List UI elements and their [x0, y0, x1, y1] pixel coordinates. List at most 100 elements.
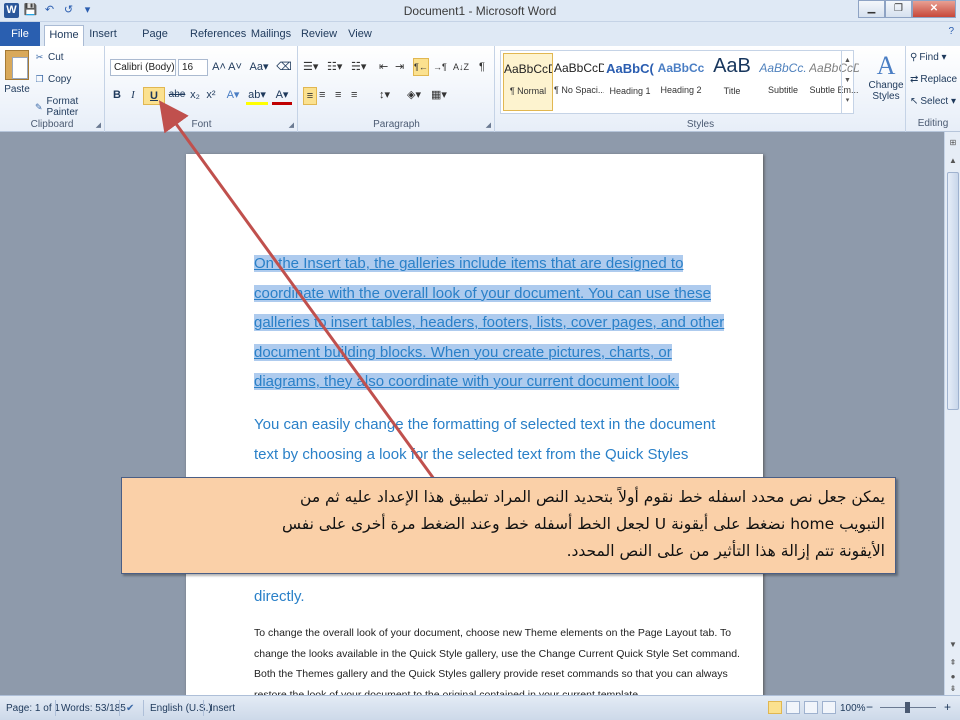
web-layout-icon[interactable]	[804, 701, 818, 714]
paragraph-2[interactable]: You can easily change the formatting of …	[254, 410, 715, 469]
align-center-icon[interactable]: ≡	[319, 87, 325, 103]
tab-page-layout[interactable]: Page Layout	[126, 25, 184, 59]
scroll-up-icon[interactable]: ▲	[946, 154, 960, 168]
paste-button[interactable]: Paste	[4, 50, 30, 95]
sort-icon[interactable]: A↓Z	[453, 59, 469, 75]
font-name-box[interactable]: Calibri (Body)	[110, 59, 176, 76]
vertical-scrollbar[interactable]: ⊞ ▲ ▼ ⇞ ● ⇟	[944, 132, 960, 695]
scroll-thumb[interactable]	[947, 172, 959, 410]
previous-page-icon[interactable]: ⇞	[946, 656, 960, 670]
proofing-icon[interactable]: ✔	[126, 703, 134, 714]
copy-button[interactable]: ❐ Copy	[34, 74, 71, 85]
help-icon[interactable]: ?	[948, 26, 954, 37]
document-area: On the Insert tab, the galleries include…	[0, 132, 944, 695]
cut-button[interactable]: ✂ Cut	[34, 52, 64, 63]
replace-label: Replace	[920, 74, 958, 85]
multilevel-list-icon[interactable]: ☵▾	[351, 59, 366, 75]
callout-line: يمكن جعل نص محدد اسفله خط نقوم أولاً بتح…	[300, 488, 885, 506]
tab-mailings[interactable]: Mailings	[248, 25, 294, 46]
style-sample: AaBbCcDc	[504, 62, 552, 76]
scroll-down-icon[interactable]: ▼	[946, 638, 960, 652]
style-no-spacing[interactable]: AaBbCcDc ¶ No Spaci...	[554, 53, 604, 111]
instruction-callout: يمكن جعل نص محدد اسفله خط نقوم أولاً بتح…	[121, 477, 896, 574]
copy-label: Copy	[48, 74, 72, 85]
dialog-launcher-icon[interactable]: ◢	[96, 121, 101, 129]
page-count[interactable]: Page: 1 of 1	[6, 703, 60, 714]
gallery-scroll[interactable]: ▲ ▼ ▾	[841, 51, 853, 113]
highlight-color-icon[interactable]: ab▾	[246, 87, 268, 105]
underline-button[interactable]: U	[143, 87, 165, 105]
zoom-slider-thumb[interactable]	[905, 702, 910, 713]
restore-button[interactable]: ❐	[885, 0, 912, 18]
strikethrough-button[interactable]: abe	[168, 87, 186, 105]
change-case-icon[interactable]: Aa▾	[248, 59, 270, 77]
subscript-button[interactable]: x₂	[188, 87, 202, 105]
tab-insert[interactable]: Insert	[86, 25, 120, 46]
line-spacing-icon[interactable]: ↕▾	[379, 87, 390, 103]
print-layout-icon[interactable]	[768, 701, 782, 714]
document-page[interactable]: On the Insert tab, the galleries include…	[186, 154, 763, 695]
font-color-icon[interactable]: A▾	[272, 87, 292, 105]
find-button[interactable]: ⚲ Find ▾	[910, 52, 947, 63]
font-size-box[interactable]: 16	[178, 59, 208, 76]
zoom-out-icon[interactable]: −	[866, 700, 873, 714]
format-painter-button[interactable]: ✎ Format Painter	[34, 96, 104, 118]
italic-button[interactable]: I	[126, 87, 140, 105]
tab-references[interactable]: References	[190, 25, 246, 46]
ribbon: Paste ✂ Cut ❐ Copy ✎ Format Painter Clipboa…	[0, 46, 960, 132]
callout-line: التبويب home نضغط على أيقونة U لجعل الخط…	[281, 515, 885, 533]
numbering-icon[interactable]: ☷▾	[327, 59, 342, 75]
shading-icon[interactable]: ◈▾	[407, 87, 421, 103]
paragraph-3[interactable]: To change the overall look of your docum…	[254, 623, 740, 695]
next-page-icon[interactable]: ⇟	[946, 682, 960, 696]
zoom-level[interactable]: 100%	[840, 703, 866, 714]
font-group: Calibri (Body) 16 A˄ A˅ Aa▾ ⌫ B I U abe …	[106, 46, 298, 132]
format-painter-label: Format Painter	[46, 96, 79, 118]
minimize-button[interactable]: ▁	[858, 0, 885, 18]
align-left-icon[interactable]: ≡	[303, 87, 317, 105]
grow-font-icon[interactable]: A˄	[212, 59, 226, 77]
superscript-button[interactable]: x²	[204, 87, 218, 105]
ruler-toggle-icon[interactable]: ⊞	[946, 136, 960, 150]
font-group-label: Font	[191, 119, 212, 130]
style-title[interactable]: AaB Title	[707, 53, 757, 111]
bold-button[interactable]: B	[110, 87, 124, 105]
tab-home[interactable]: Home	[44, 25, 84, 46]
paragraph-1[interactable]: On the Insert tab, the galleries include…	[254, 249, 725, 397]
increase-indent-icon[interactable]: ⇥	[395, 59, 404, 75]
tab-file[interactable]: File	[0, 22, 40, 46]
rtl-direction-icon[interactable]: ¶←	[413, 58, 429, 76]
close-button[interactable]: ✕	[912, 0, 956, 18]
select-button[interactable]: ↖ Select ▾	[910, 96, 956, 107]
bullets-icon[interactable]: ☰▾	[303, 59, 318, 75]
justify-icon[interactable]: ≡	[351, 87, 357, 103]
shrink-font-icon[interactable]: A˅	[228, 59, 242, 77]
style-normal[interactable]: AaBbCcDc ¶ Normal	[503, 53, 553, 111]
change-styles-button[interactable]: A Change Styles	[868, 52, 904, 103]
copy-icon: ❐	[35, 74, 44, 84]
full-screen-reading-icon[interactable]	[786, 701, 800, 714]
tab-review[interactable]: Review	[300, 25, 338, 46]
style-heading-2[interactable]: AaBbCc Heading 2	[656, 53, 706, 111]
text-line: galleries to insert tables, headers, foo…	[254, 314, 725, 331]
style-heading-1[interactable]: AaBbC(Heading 1	[605, 53, 655, 111]
dialog-launcher-icon[interactable]: ◢	[486, 121, 491, 129]
status-separator	[55, 700, 56, 716]
outline-view-icon[interactable]	[822, 701, 836, 714]
text-effects-icon[interactable]: A▾	[224, 87, 242, 105]
borders-icon[interactable]: ▦▾	[431, 87, 447, 103]
replace-button[interactable]: ⇄ Replace	[910, 74, 957, 85]
tab-view[interactable]: View	[344, 25, 376, 46]
decrease-indent-icon[interactable]: ⇤	[379, 59, 388, 75]
insert-mode[interactable]: Insert	[210, 703, 235, 714]
dialog-launcher-icon[interactable]: ◢	[289, 121, 294, 129]
clear-formatting-icon[interactable]: ⌫	[276, 59, 292, 77]
word-count[interactable]: Words: 53/185	[61, 703, 126, 714]
style-subtitle[interactable]: AaBbCc. Subtitle	[758, 53, 808, 111]
align-right-icon[interactable]: ≡	[335, 87, 341, 103]
show-formatting-icon[interactable]: ¶	[479, 59, 485, 75]
zoom-in-icon[interactable]: +	[944, 700, 951, 714]
find-label: Find ▾	[919, 52, 947, 63]
ltr-direction-icon[interactable]: →¶	[433, 59, 447, 75]
style-sample: AaBbCc	[657, 61, 705, 75]
